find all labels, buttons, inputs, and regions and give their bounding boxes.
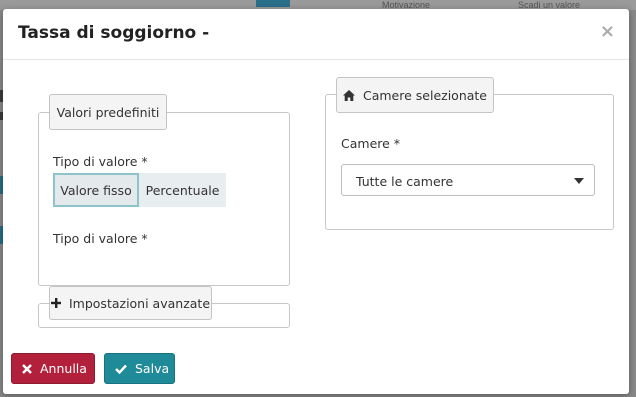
- check-icon: [115, 364, 127, 374]
- modal-title: Tassa di soggiorno -: [18, 23, 210, 43]
- background-column-header: Motivazione: [382, 0, 431, 9]
- option-fixed-value[interactable]: Valore fisso: [53, 173, 139, 207]
- chevron-down-icon: [574, 178, 584, 184]
- value-type-label: Tipo di valore *: [53, 154, 148, 169]
- home-icon: [342, 89, 355, 101]
- selected-rooms-legend: Camere selezionate: [336, 77, 494, 113]
- close-icon[interactable]: ×: [600, 21, 615, 42]
- rooms-select-value: Tutte le camere: [356, 174, 454, 189]
- save-button[interactable]: Salva: [104, 353, 175, 384]
- cancel-button[interactable]: Annulla: [11, 353, 95, 384]
- selected-rooms-panel: [325, 94, 614, 230]
- rooms-select[interactable]: Tutte le camere: [341, 164, 595, 196]
- save-button-label: Salva: [135, 361, 170, 376]
- selected-rooms-legend-label: Camere selezionate: [362, 87, 487, 103]
- advanced-settings-label: Impostazioni avanzate: [68, 295, 211, 311]
- cancel-button-label: Annulla: [40, 361, 87, 376]
- default-values-legend-label: Valori predefiniti: [56, 104, 160, 120]
- default-values-legend: Valori predefiniti: [49, 94, 167, 130]
- background-button: [256, 0, 290, 7]
- value-type-label-2: Tipo di valore *: [53, 231, 148, 246]
- option-percentage[interactable]: Percentuale: [139, 173, 226, 207]
- value-type-toggle: Valore fisso Percentuale: [53, 173, 226, 207]
- background-column-header: Scadi un valore: [518, 0, 581, 9]
- advanced-settings-button[interactable]: Impostazioni avanzate: [49, 286, 212, 320]
- modal-header: Tassa di soggiorno - ×: [3, 9, 629, 60]
- close-icon: [22, 363, 32, 374]
- rooms-label: Camere *: [341, 136, 401, 151]
- plus-icon: [50, 298, 61, 308]
